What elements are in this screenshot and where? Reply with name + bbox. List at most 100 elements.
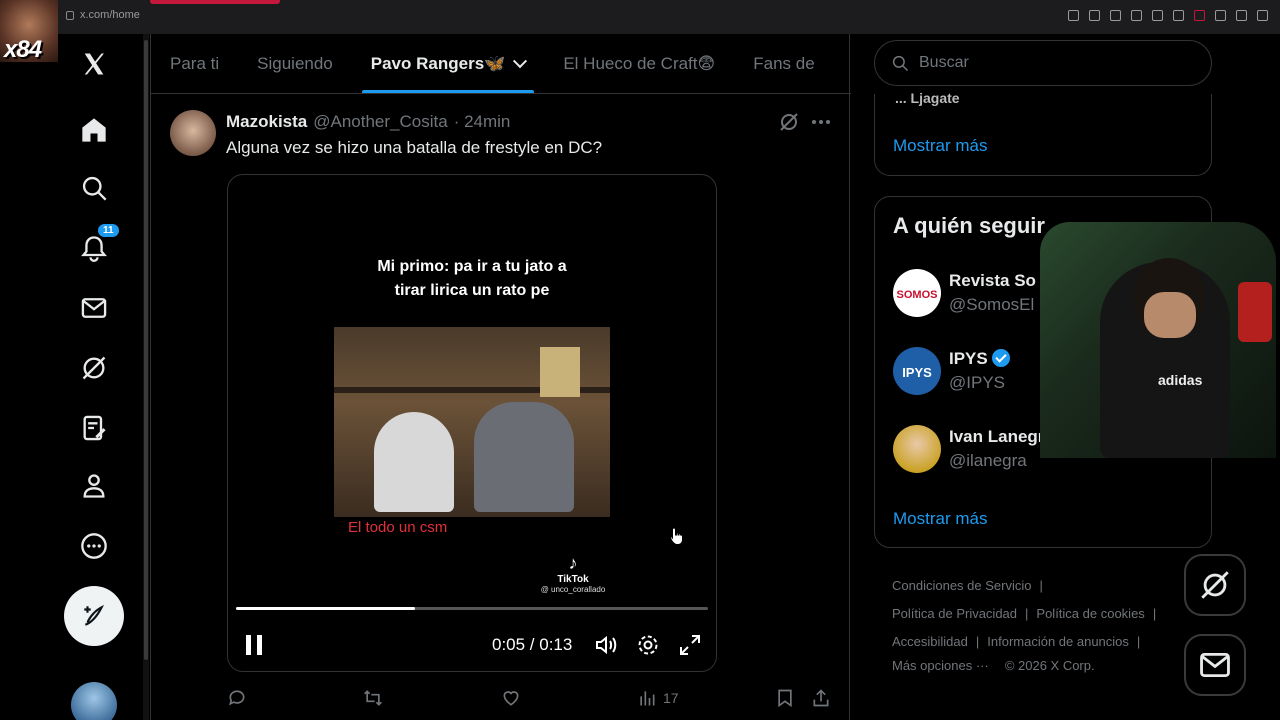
video-progress-bar[interactable] [236,607,708,610]
tab-label: Fans de [753,54,815,73]
bookmark-icon[interactable] [775,686,795,710]
pin-icon[interactable] [1089,10,1100,21]
address-bar[interactable]: x.com/home [66,9,140,21]
footer-copyright: © 2026 X Corp. [1004,658,1095,673]
tab-fans-de[interactable]: Fans de [734,34,833,93]
tiktok-user: @ unco_corallado [540,585,606,594]
tweet[interactable]: Mazokista @Another_Cosita · 24min Alguna… [151,94,851,720]
pip-icon[interactable] [1131,10,1142,21]
footer-terms[interactable]: Condiciones de Servicio [892,578,1031,593]
menu-icon[interactable] [1257,10,1268,21]
tweet-author-avatar[interactable] [170,110,216,156]
fullscreen-icon[interactable] [678,633,702,657]
compose-icon [84,604,105,626]
account-handle[interactable]: @IPYS [949,373,1005,393]
notifications-icon[interactable]: 11 [74,224,119,268]
repost-icon[interactable] [363,686,383,710]
download-icon[interactable] [1215,10,1226,21]
chevron-down-icon[interactable] [513,54,528,69]
account-name-text: IPYS [949,349,988,368]
search-icon [892,55,909,72]
show-more-link[interactable]: Mostrar más [893,509,987,529]
ai-icon[interactable] [1236,10,1247,21]
show-more-link[interactable]: Mostrar más [893,136,987,156]
tweet-text: Alguna vez se hizo una batalla de fresty… [226,138,603,157]
more-icon[interactable] [809,110,833,134]
footer-more[interactable]: Más opciones ··· [892,658,989,673]
main-timeline: Para ti Siguiendo Pavo Rangers🦋 El Hueco… [150,34,851,720]
reply-icon[interactable] [227,686,247,710]
like-icon[interactable] [501,686,521,710]
extension-icon[interactable] [1194,10,1205,21]
scrollbar-thumb[interactable] [144,40,148,660]
verified-badge-icon [991,349,1010,367]
screenshot-icon[interactable] [1110,10,1121,21]
account-avatar[interactable]: IPYS [893,347,941,395]
tab-label: Pavo Rangers🦋 [370,54,506,73]
who-to-follow-title: A quién seguir [893,213,1045,238]
settings-gear-icon[interactable] [636,633,660,657]
messages-icon[interactable] [74,288,114,328]
lock-icon [66,10,74,20]
grok-icon[interactable] [777,110,801,134]
tweet-actions: 17 [227,686,837,710]
play-icon[interactable] [1152,10,1163,21]
trend-item-partial[interactable]: ... Ljagate [895,90,960,106]
account-name[interactable]: Ivan Lanegr [949,427,1044,447]
shirt-logo: adidas [1158,372,1203,388]
home-icon[interactable] [74,110,114,150]
account-avatar[interactable] [71,682,117,720]
account-name[interactable]: IPYS [949,349,1010,369]
tab-el-hueco-de-craft[interactable]: El Hueco de Craft😨 [544,34,734,93]
footer-accessibility[interactable]: Accesibilidad [892,634,968,649]
post-button[interactable] [64,586,124,646]
footer-cookies[interactable]: Política de cookies [1036,606,1144,621]
streamer-face [1144,292,1196,338]
mouse-cursor-icon [670,527,683,545]
grok-icon [1201,571,1229,599]
video-frame [334,327,610,517]
account-avatar[interactable] [893,425,941,473]
tab-siguiendo[interactable]: Siguiendo [238,34,352,93]
notifications-badge: 11 [98,224,119,237]
search-input[interactable]: Buscar [874,40,1212,86]
tweet-time[interactable]: · 24min [454,112,511,132]
account-avatar[interactable]: SOMOS [893,269,941,317]
heart-icon[interactable] [1173,10,1184,21]
zoom-icon[interactable] [1068,10,1079,21]
grok-floating-button[interactable] [1184,554,1246,616]
more-options-icon[interactable] [74,526,114,566]
account-handle[interactable]: @SomosEl [949,295,1034,315]
active-browser-tab[interactable] [150,0,280,4]
streamer-overlay: x84 [0,0,58,62]
tweet-author-name[interactable]: Mazokista [226,112,307,132]
timeline-tabs: Para ti Siguiendo Pavo Rangers🦋 El Hueco… [151,34,851,94]
views-button[interactable]: 17 [637,686,679,710]
x-logo-icon[interactable] [74,44,114,84]
messages-floating-button[interactable] [1184,634,1246,696]
grok-icon[interactable] [74,348,114,388]
video-player[interactable]: Mi primo: pa ir a tu jato a tirar lirica… [227,174,717,672]
tab-pavo-rangers[interactable]: Pavo Rangers🦋 [352,34,545,93]
tweet-author-handle[interactable]: @Another_Cosita [313,112,447,132]
volume-icon[interactable] [594,633,618,657]
nav-scrollbar[interactable] [143,34,149,720]
pause-icon[interactable] [246,635,262,655]
streamer-tag: x84 [4,36,42,62]
caption-line: tirar lirica un rato pe [394,282,550,299]
tiktok-label: TikTok [557,574,589,585]
trends-card: ... Ljagate Mostrar más [874,90,1212,176]
caption-line: Mi primo: pa ir a tu jato a [377,258,567,275]
tab-para-ti[interactable]: Para ti [151,34,238,93]
explore-icon[interactable] [74,168,114,208]
footer-privacy[interactable]: Política de Privacidad [892,606,1017,621]
webcam-overlay: adidas [1040,222,1276,458]
share-icon[interactable] [811,686,831,710]
account-handle[interactable]: @ilanegra [949,451,1027,471]
tab-label: Para ti [170,54,220,73]
footer-ads[interactable]: Información de anuncios [987,634,1129,649]
profile-icon[interactable] [74,466,114,506]
lists-icon[interactable] [74,408,114,448]
account-name[interactable]: Revista So [949,271,1036,291]
tiktok-watermark: ♪ TikTok @ unco_corallado [538,553,608,594]
